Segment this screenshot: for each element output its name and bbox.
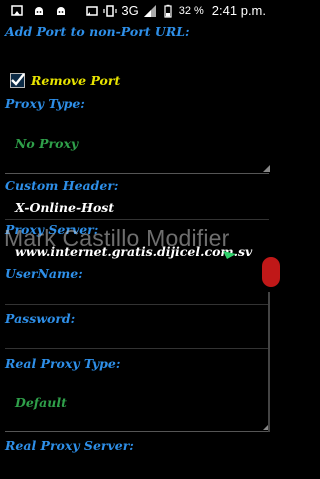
status-bar: 3G 32 % 2:41 p.m. [0,0,274,22]
clock: 2:41 p.m. [211,3,266,18]
real-proxy-type-spinner-underline [5,431,269,432]
remove-port-checkbox[interactable] [10,73,25,88]
battery-icon [161,4,175,18]
android-debug-icon [32,3,46,17]
network-type: 3G [121,3,139,18]
text-cursor-handle-icon[interactable] [223,250,236,259]
android-debug-icon-2 [54,3,68,17]
notification-icons [10,3,68,17]
real-proxy-type-label: Real Proxy Type: [5,356,121,371]
custom-header-input[interactable]: X-Online-Host [15,200,114,215]
checkmark-icon [11,73,25,86]
floating-bubble[interactable] [262,257,280,287]
custom-header-label: Custom Header: [5,178,119,193]
real-proxy-server-label: Real Proxy Server: [5,438,134,453]
settings-form: Add Port to non-Port URL: Remove Port Pr… [0,22,280,479]
password-label: Password: [5,311,76,326]
battery-percent: 32 % [178,4,204,17]
proxy-type-spinner-value[interactable]: No Proxy [15,136,78,151]
screenshot-icon [10,3,24,17]
scrollbar[interactable] [268,292,270,432]
signal-icon [143,4,157,18]
password-underline [5,348,269,349]
vibrate-icon [103,4,117,18]
proxy-type-spinner-underline [5,173,269,174]
spinner-arrow-icon[interactable] [263,165,270,172]
cast-icon [85,4,99,18]
status-right: 3G 32 % 2:41 p.m. [85,3,266,18]
username-underline [5,304,269,305]
username-label: UserName: [5,266,83,281]
add-port-label: Add Port to non-Port URL: [5,24,190,39]
real-proxy-type-spinner-value[interactable]: Default [15,395,67,410]
proxy-server-input[interactable]: www.internet.gratis.dijicel.com.sv [15,244,252,259]
remove-port-checkbox-row[interactable]: Remove Port [10,73,120,88]
custom-header-underline [5,219,269,220]
remove-port-label: Remove Port [31,73,121,88]
proxy-type-label: Proxy Type: [5,96,85,111]
